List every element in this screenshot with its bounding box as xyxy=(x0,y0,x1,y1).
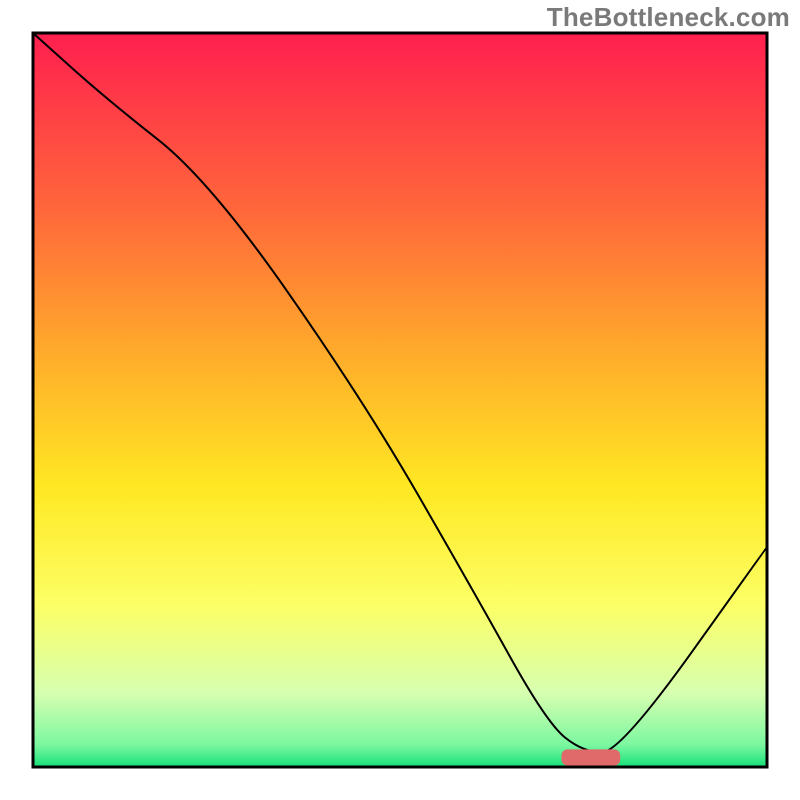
optimal-range-marker xyxy=(561,749,620,765)
watermark-text: TheBottleneck.com xyxy=(547,2,790,33)
chart-frame: TheBottleneck.com xyxy=(0,0,800,800)
plot-background xyxy=(33,33,767,767)
bottleneck-chart xyxy=(0,0,800,800)
